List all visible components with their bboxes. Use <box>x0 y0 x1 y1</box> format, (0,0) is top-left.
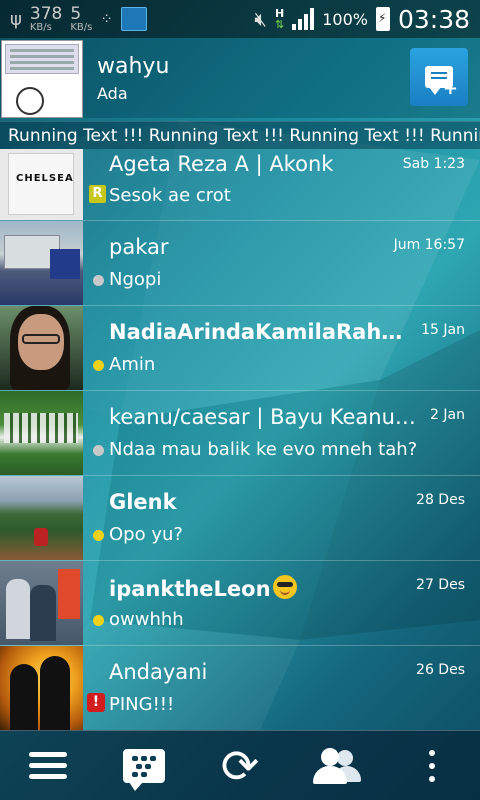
chat-name: ipanktheLeon <box>109 575 297 601</box>
chat-name: pakar <box>109 235 169 259</box>
chat-row[interactable]: ! Andayani 26 Des PING!!! <box>0 646 480 731</box>
chat-message: owwhhh <box>109 609 184 630</box>
chats-button[interactable] <box>109 736 179 796</box>
chat-row[interactable]: pakar Jum 16:57 Ngopi <box>0 221 480 306</box>
battery-icon <box>375 7 390 31</box>
chat-time: 15 Jan <box>421 322 465 338</box>
battery-percent: 100% <box>322 9 368 29</box>
chat-row[interactable]: NadiaArindaKamilaRahmaputri 15 Jan Amin <box>0 306 480 391</box>
upload-speed: 378 KB/s <box>29 3 63 33</box>
chat-list: CHELSEA R Ageta Reza A | Akonk Sab 1:23 … <box>0 149 480 731</box>
sync-icon: ⟳ <box>220 738 260 793</box>
chat-row[interactable]: ipanktheLeon 27 Des owwhhh <box>0 561 480 646</box>
bbm-chat-icon <box>123 748 165 791</box>
signal-strength-icon <box>292 8 315 30</box>
chat-name: Ageta Reza A | Akonk <box>109 152 334 176</box>
read-badge-icon: R <box>89 185 106 203</box>
profile-name: wahyu <box>97 53 170 79</box>
download-speed: 5 KB/s <box>70 3 93 33</box>
unread-dot-icon <box>93 530 104 541</box>
chat-avatar <box>0 391 83 475</box>
chat-avatar <box>0 476 83 560</box>
chat-time: 2 Jan <box>430 407 465 423</box>
more-options-button[interactable] <box>397 736 467 796</box>
plus-icon: + <box>442 78 458 99</box>
chat-time: 27 Des <box>416 577 465 593</box>
chat-time: 28 Des <box>416 492 465 508</box>
chat-time: Jum 16:57 <box>393 237 465 253</box>
chat-message: Opo yu? <box>109 524 183 545</box>
blackberry-icon: ⁘ <box>100 10 113 28</box>
chat-avatar <box>0 306 83 390</box>
profile-status: Ada <box>97 83 128 103</box>
chat-row[interactable]: CHELSEA R Ageta Reza A | Akonk Sab 1:23 … <box>0 149 480 221</box>
chat-message: PING!!! <box>109 694 175 715</box>
menu-icon <box>29 751 67 780</box>
chat-row[interactable]: keanu/caesar | Bayu Keanu Caesar 2 Jan N… <box>0 391 480 476</box>
chat-name: NadiaArindaKamilaRahmaputri <box>109 320 409 344</box>
unread-dot-icon <box>93 360 104 371</box>
running-text-banner: Running Text !!! Running Text !!! Runnin… <box>0 121 480 149</box>
chat-avatar: CHELSEA <box>0 149 83 220</box>
chat-time: Sab 1:23 <box>402 156 465 172</box>
chat-message: Sesok ae crot <box>109 185 231 206</box>
chat-avatar <box>0 221 83 305</box>
profile-header[interactable]: wahyu Ada + <box>0 38 480 118</box>
sync-button[interactable]: ⟳ <box>205 736 275 796</box>
network-type: H ⇅ <box>274 7 285 31</box>
chat-name: keanu/caesar | Bayu Keanu Caesar <box>109 405 419 429</box>
chat-message: Ndaa mau balik ke evo mneh tah? <box>109 439 418 460</box>
bottom-navigation: ⟳ <box>0 730 480 800</box>
unread-dot-icon <box>93 615 104 626</box>
data-arrows-icon: ⇅ <box>274 18 285 31</box>
menu-button[interactable] <box>13 736 83 796</box>
chat-time: 26 Des <box>416 662 465 678</box>
chat-message: Amin <box>109 354 156 375</box>
delivered-dot-icon <box>93 445 104 456</box>
new-chat-button[interactable]: + <box>410 48 468 106</box>
ping-alert-icon: ! <box>87 693 105 712</box>
delivered-dot-icon <box>93 275 104 286</box>
mute-icon: 🔇︎ <box>254 7 267 31</box>
chat-avatar <box>0 646 83 731</box>
contacts-button[interactable] <box>301 736 371 796</box>
chat-row[interactable]: Glenk 28 Des Opo yu? <box>0 476 480 561</box>
sunglasses-emoji-icon <box>272 575 297 599</box>
usb-icon: ψ <box>10 8 22 30</box>
status-bar: ψ 378 KB/s 5 KB/s ⁘ 🔇︎ H ⇅ 100% 03:38 <box>0 0 480 38</box>
profile-avatar[interactable] <box>1 39 83 118</box>
contacts-icon <box>311 746 361 786</box>
more-vertical-icon <box>429 749 435 782</box>
clock: 03:38 <box>397 4 470 34</box>
app-notification-icon <box>120 7 147 31</box>
chat-name: Glenk <box>109 490 177 514</box>
chat-message: Ngopi <box>109 269 162 290</box>
chat-avatar <box>0 561 83 645</box>
chat-name: Andayani <box>109 660 208 684</box>
